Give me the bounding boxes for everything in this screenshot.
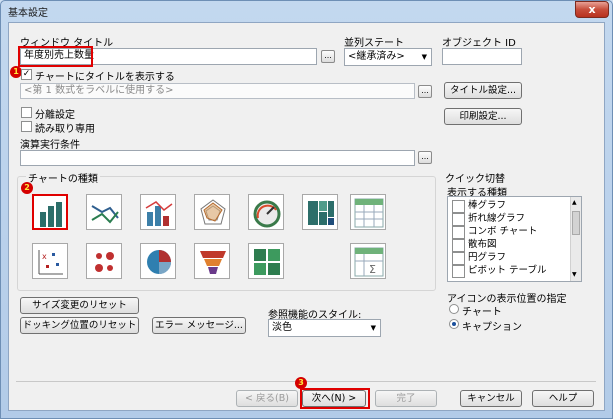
chart-type-combo[interactable] bbox=[140, 194, 176, 230]
list-scrollbar[interactable]: ▲ ▼ bbox=[570, 197, 581, 281]
highlight-window-title bbox=[18, 46, 93, 67]
list-item-label: ピボット テーブル bbox=[468, 265, 547, 276]
list-item-label: 散布図 bbox=[468, 239, 497, 250]
chart-type-gauge[interactable] bbox=[248, 194, 284, 230]
list-item[interactable]: 散布図 bbox=[452, 239, 567, 252]
chevron-down-icon: ▼ bbox=[370, 324, 376, 332]
show-title-checkbox[interactable]: ✓ bbox=[21, 69, 32, 80]
radio-chart[interactable] bbox=[449, 304, 459, 314]
chart-type-radar[interactable] bbox=[194, 194, 230, 230]
chart-title-ellipsis-button[interactable]: ... bbox=[418, 85, 432, 98]
detach-checkbox[interactable] bbox=[21, 107, 32, 118]
radar-chart-icon bbox=[200, 199, 226, 225]
pie-chart-icon bbox=[147, 250, 171, 274]
chart-type-scatter[interactable]: x bbox=[32, 243, 68, 279]
combo-chart-icon bbox=[145, 201, 173, 226]
title-settings-button[interactable]: タイトル設定... bbox=[444, 82, 522, 99]
display-types-list[interactable]: 棒グラフ 折れ線グラフ コンボ チャート 散布図 円グラフ ピボット テーブル … bbox=[447, 196, 582, 282]
list-item[interactable]: コンボ チャート bbox=[452, 226, 567, 239]
cancel-button[interactable]: キャンセル bbox=[460, 390, 522, 407]
list-item[interactable]: 折れ線グラフ bbox=[452, 213, 567, 226]
grid-chart-icon bbox=[354, 198, 384, 228]
calc-condition-input[interactable] bbox=[20, 150, 415, 166]
reset-size-button[interactable]: サイズ変更のリセット bbox=[20, 297, 139, 314]
list-item-checkbox[interactable] bbox=[452, 239, 465, 252]
bubble-grid-chart-icon bbox=[95, 252, 114, 272]
block-chart-icon bbox=[254, 249, 280, 275]
chart-title-input[interactable]: <第 1 数式をラベルに使用する> bbox=[20, 83, 415, 99]
chart-type-pivot-table[interactable]: Σ bbox=[350, 243, 386, 279]
list-item[interactable]: 棒グラフ bbox=[452, 200, 567, 213]
radio-caption[interactable] bbox=[449, 319, 459, 329]
list-item[interactable]: 円グラフ bbox=[452, 252, 567, 265]
list-item-checkbox[interactable] bbox=[452, 213, 465, 226]
chart-type-block[interactable] bbox=[248, 243, 284, 279]
svg-text:x: x bbox=[42, 252, 47, 261]
list-item-label: 円グラフ bbox=[468, 252, 507, 263]
chart-type-bubble-grid[interactable] bbox=[86, 243, 122, 279]
list-item-checkbox[interactable] bbox=[452, 226, 465, 239]
radio-caption-label: キャプション bbox=[462, 322, 522, 333]
close-button[interactable]: x bbox=[575, 1, 609, 18]
calc-condition-ellipsis-button[interactable]: ... bbox=[418, 151, 432, 164]
object-id-input[interactable] bbox=[442, 48, 522, 65]
list-item-label: コンボ チャート bbox=[468, 226, 538, 237]
sort-state-label: 並列ステート bbox=[344, 38, 404, 49]
scroll-down-icon[interactable]: ▼ bbox=[572, 271, 577, 278]
show-title-checkbox-label: チャートにタイトルを表示する bbox=[35, 72, 175, 83]
list-item-label: 棒グラフ bbox=[468, 200, 507, 211]
chart-type-pie[interactable] bbox=[140, 243, 176, 279]
scatter-chart-icon: x bbox=[38, 250, 63, 275]
back-button[interactable]: < 戻る(B) bbox=[236, 390, 298, 407]
chart-type-mekko[interactable] bbox=[302, 194, 338, 230]
chevron-down-icon: ▼ bbox=[421, 53, 427, 61]
sort-state-value: <継承済み> bbox=[348, 51, 405, 62]
reset-docking-button[interactable]: ドッキング位置のリセット bbox=[20, 317, 139, 334]
scroll-up-icon[interactable]: ▲ bbox=[572, 199, 577, 206]
sort-state-select[interactable]: <継承済み> ▼ bbox=[344, 48, 432, 66]
calc-condition-label: 演算実行条件 bbox=[20, 140, 80, 151]
chart-type-line[interactable] bbox=[86, 194, 122, 230]
dialog-title: 基本設定 bbox=[8, 8, 48, 19]
svg-text:Σ: Σ bbox=[369, 263, 376, 276]
ref-style-value: 淡色 bbox=[272, 322, 292, 333]
bar-chart-icon bbox=[40, 202, 62, 227]
line-chart-icon bbox=[91, 205, 119, 224]
finish-button[interactable]: 完了 bbox=[375, 390, 437, 407]
list-item-checkbox[interactable] bbox=[452, 265, 465, 278]
pivot-table-icon: Σ bbox=[354, 247, 384, 277]
marker-2: 2 bbox=[21, 182, 33, 194]
list-item-checkbox[interactable] bbox=[452, 200, 465, 213]
readonly-checkbox[interactable] bbox=[21, 121, 32, 132]
funnel-chart-icon bbox=[200, 251, 226, 274]
chart-type-funnel[interactable] bbox=[194, 243, 230, 279]
object-id-label: オブジェクト ID bbox=[442, 38, 516, 49]
detach-label: 分離設定 bbox=[35, 110, 75, 121]
mekko-chart-icon bbox=[308, 201, 334, 225]
highlight-next bbox=[300, 388, 370, 409]
window-title-ellipsis-button[interactable]: ... bbox=[321, 50, 335, 63]
gauge-chart-icon bbox=[253, 200, 281, 228]
error-message-button[interactable]: エラー メッセージ... bbox=[152, 317, 246, 334]
list-item-label: 折れ線グラフ bbox=[468, 213, 526, 224]
chart-type-bar[interactable] bbox=[32, 194, 68, 230]
chart-type-grid[interactable] bbox=[350, 194, 386, 230]
help-button[interactable]: ヘルプ bbox=[532, 390, 594, 407]
ref-style-select[interactable]: 淡色 ▼ bbox=[268, 319, 381, 337]
chart-type-label: チャートの種類 bbox=[26, 170, 100, 185]
list-item[interactable]: ピボット テーブル bbox=[452, 265, 567, 278]
list-item-checkbox[interactable] bbox=[452, 252, 465, 265]
radio-chart-label: チャート bbox=[462, 307, 502, 318]
print-settings-button[interactable]: 印刷設定... bbox=[444, 108, 522, 125]
scrollbar-thumb[interactable] bbox=[572, 211, 580, 235]
quick-switch-label: クイック切替 bbox=[445, 174, 505, 185]
readonly-label: 読み取り専用 bbox=[35, 124, 95, 135]
